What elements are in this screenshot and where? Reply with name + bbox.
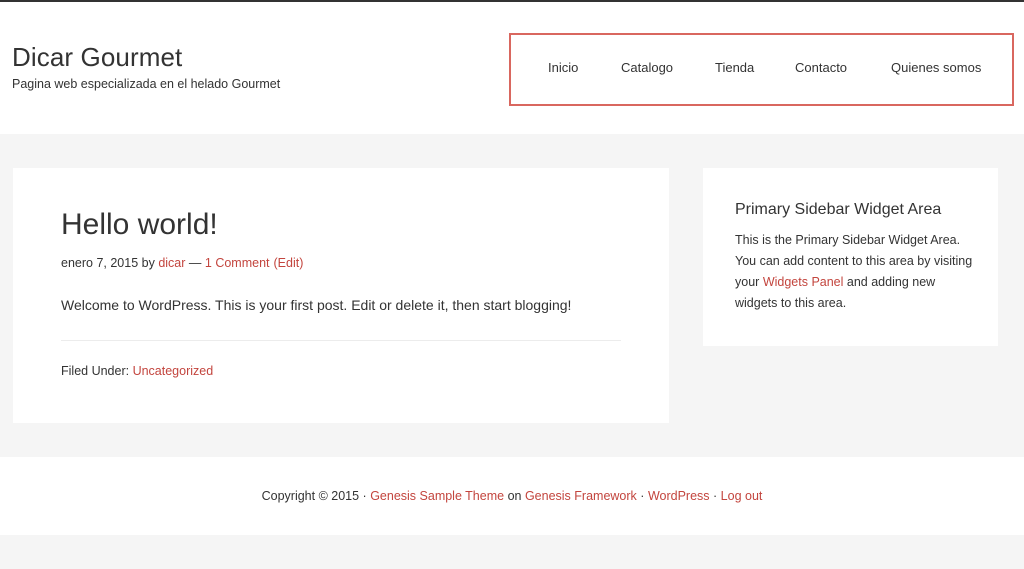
genesis-sample-theme-link[interactable]: Genesis Sample Theme xyxy=(370,489,504,503)
site-description: Pagina web especializada en el helado Go… xyxy=(12,77,281,91)
post-content: Welcome to WordPress. This is your first… xyxy=(61,297,572,313)
filed-under-label: Filed Under: xyxy=(61,364,130,378)
logout-link[interactable]: Log out xyxy=(721,489,763,503)
footer-separator: · xyxy=(640,489,645,503)
post-edit-link[interactable]: (Edit) xyxy=(274,256,304,270)
site-footer: Copyright © 2015 · Genesis Sample Theme … xyxy=(0,457,1024,535)
widgets-panel-link[interactable]: Widgets Panel xyxy=(763,275,844,289)
meta-separator: — xyxy=(188,256,202,270)
post-by: by xyxy=(141,256,155,270)
widget-title: Primary Sidebar Widget Area xyxy=(735,201,942,218)
post-comments-link[interactable]: 1 Comment xyxy=(205,256,270,270)
primary-nav: Inicio Catalogo Tienda Contacto Quienes … xyxy=(509,33,1014,106)
wordpress-link[interactable]: WordPress xyxy=(648,489,710,503)
post-card: Hello world! enero 7, 2015 by dicar — 1 … xyxy=(13,168,669,423)
post-divider xyxy=(61,340,621,341)
post-title[interactable]: Hello world! xyxy=(61,208,218,242)
nav-item-tienda[interactable]: Tienda xyxy=(715,60,754,75)
post-author-link[interactable]: dicar xyxy=(158,256,185,270)
category-link[interactable]: Uncategorized xyxy=(133,364,214,378)
widget-text: This is the Primary Sidebar Widget Area.… xyxy=(735,230,975,314)
footer-on: on xyxy=(507,489,522,503)
nav-item-contacto[interactable]: Contacto xyxy=(795,60,847,75)
post-date: enero 7, 2015 xyxy=(61,256,139,270)
genesis-framework-link[interactable]: Genesis Framework xyxy=(525,489,637,503)
nav-item-quienes-somos[interactable]: Quienes somos xyxy=(891,60,981,75)
site-header: Dicar Gourmet Pagina web especializada e… xyxy=(0,2,1024,134)
footer-text: Copyright © 2015 · Genesis Sample Theme … xyxy=(0,489,1024,503)
post-meta: enero 7, 2015 by dicar — 1 Comment (Edit) xyxy=(61,256,303,270)
footer-separator: · xyxy=(713,489,718,503)
primary-sidebar: Primary Sidebar Widget Area This is the … xyxy=(703,168,998,346)
post-footer: Filed Under: Uncategorized xyxy=(61,364,213,378)
site-title[interactable]: Dicar Gourmet xyxy=(12,42,182,73)
nav-item-catalogo[interactable]: Catalogo xyxy=(621,60,673,75)
nav-item-inicio[interactable]: Inicio xyxy=(548,60,578,75)
footer-copyright: Copyright © 2015 · xyxy=(261,489,367,503)
